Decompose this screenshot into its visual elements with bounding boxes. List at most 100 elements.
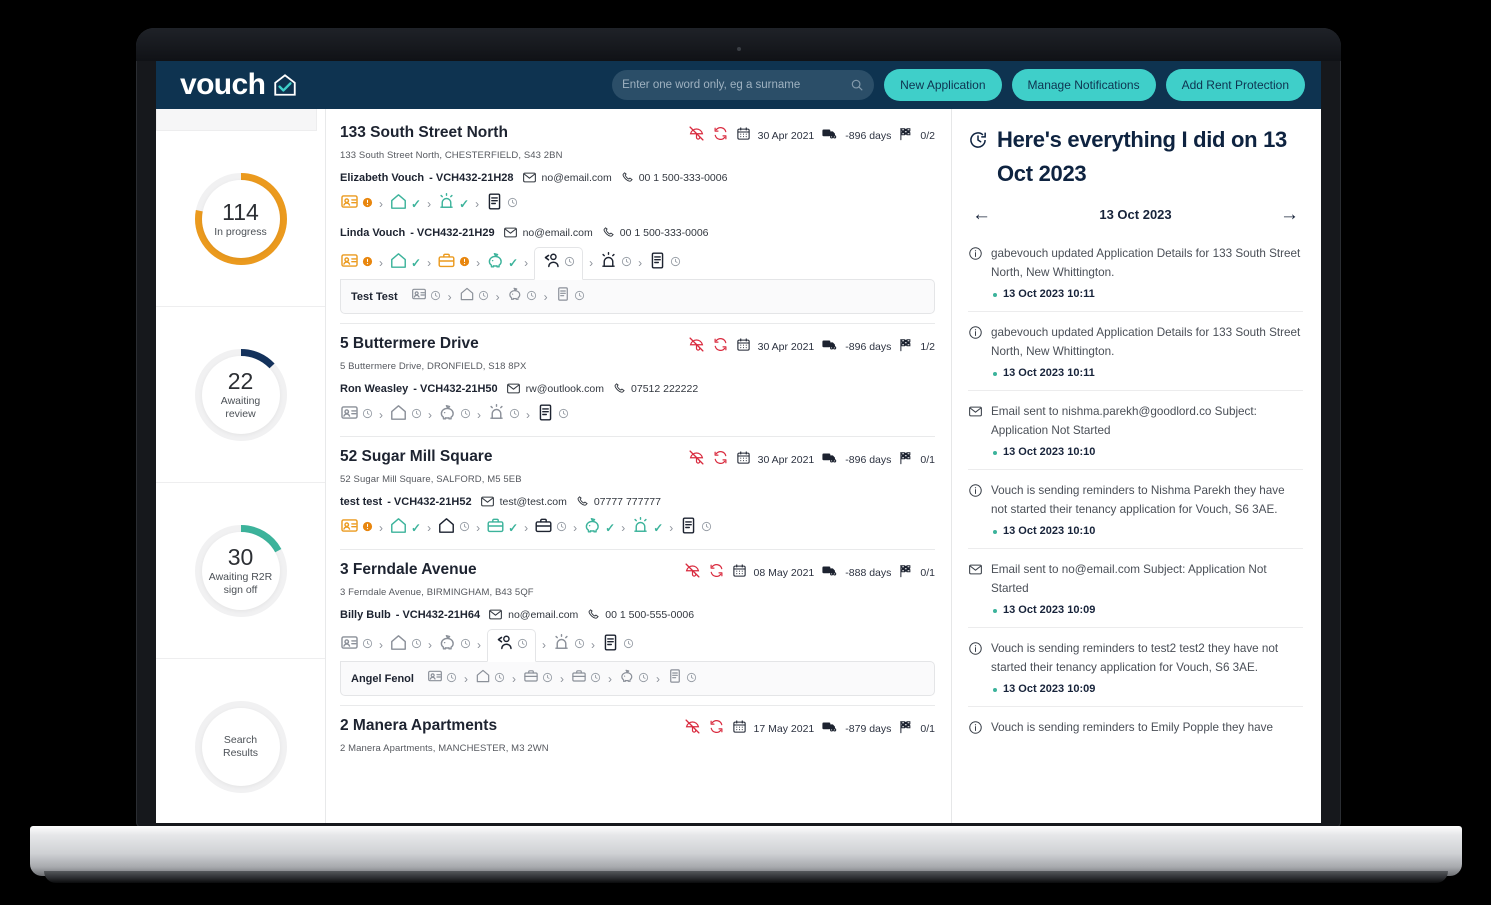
step-chevron-icon: › bbox=[477, 408, 481, 422]
step-document[interactable] bbox=[601, 633, 634, 657]
step-house[interactable] bbox=[475, 668, 505, 689]
step-people[interactable] bbox=[487, 629, 536, 662]
tenant-email[interactable]: no@email.com bbox=[508, 609, 578, 621]
property-title[interactable]: 5 Buttermere Drive bbox=[340, 334, 479, 354]
step-alert-icon bbox=[362, 519, 373, 537]
step-house[interactable] bbox=[389, 403, 422, 427]
tenant-name[interactable]: test test bbox=[340, 496, 382, 508]
step-document[interactable] bbox=[536, 403, 569, 427]
activity-item: Email sent to nishma.parekh@goodlord.co … bbox=[968, 390, 1303, 469]
step-id-card[interactable] bbox=[340, 633, 373, 657]
stat-card-awaiting-review[interactable]: 22 Awaiting review bbox=[156, 307, 325, 483]
step-siren[interactable] bbox=[487, 403, 520, 427]
search-box[interactable] bbox=[612, 70, 875, 100]
step-id-card[interactable] bbox=[340, 251, 373, 275]
tenant-email[interactable]: no@email.com bbox=[523, 227, 593, 239]
step-house[interactable] bbox=[459, 286, 489, 307]
no-rent-protection-icon[interactable] bbox=[684, 562, 701, 584]
document-icon bbox=[667, 668, 683, 689]
activity-panel: Here's everything I did on 13 Oct 2023 ←… bbox=[951, 109, 1321, 823]
step-pending-icon bbox=[507, 195, 518, 213]
step-piggy-bank[interactable] bbox=[438, 633, 471, 657]
step-document[interactable] bbox=[679, 516, 712, 540]
tenant-email[interactable]: rw@outlook.com bbox=[526, 383, 604, 395]
step-id-card[interactable] bbox=[411, 286, 441, 307]
step-house[interactable] bbox=[437, 516, 470, 540]
stat-card-awaiting-r2r-sign-off[interactable]: 30 Awaiting R2R sign off bbox=[156, 483, 325, 659]
step-house[interactable]: ✓ bbox=[389, 516, 421, 540]
tenant-email[interactable]: test@test.com bbox=[500, 496, 567, 508]
tenant-name[interactable]: Linda Vouch bbox=[340, 227, 405, 239]
step-id-card[interactable] bbox=[427, 668, 457, 689]
new-application-button[interactable]: New Application bbox=[884, 69, 1002, 101]
no-rent-protection-icon[interactable] bbox=[688, 449, 705, 471]
add-rent-protection-button[interactable]: Add Rent Protection bbox=[1165, 69, 1305, 101]
step-complete-icon: ✓ bbox=[508, 521, 519, 535]
property-title[interactable]: 133 South Street North bbox=[340, 123, 508, 143]
step-document[interactable] bbox=[667, 668, 697, 689]
activity-item: Vouch is sending reminders to Emily Popp… bbox=[968, 706, 1303, 751]
renewal-icon[interactable] bbox=[708, 718, 725, 740]
step-id-card[interactable] bbox=[340, 403, 373, 427]
renewal-icon[interactable] bbox=[712, 449, 729, 471]
step-document[interactable] bbox=[555, 286, 585, 307]
step-siren[interactable]: ✓ bbox=[437, 192, 469, 216]
arrow-right-icon[interactable]: → bbox=[1280, 205, 1299, 224]
donut-center: 114 In progress bbox=[201, 179, 280, 258]
step-briefcase[interactable] bbox=[571, 668, 601, 689]
step-siren[interactable] bbox=[599, 251, 632, 275]
step-piggy-bank[interactable] bbox=[438, 403, 471, 427]
vouch-logo[interactable]: vouch bbox=[172, 70, 298, 100]
no-rent-protection-icon[interactable] bbox=[684, 718, 701, 740]
step-piggy-bank[interactable] bbox=[507, 286, 537, 307]
renewal-icon[interactable] bbox=[712, 125, 729, 147]
property-card[interactable]: 133 South Street North 30 Apr 2021 -896 … bbox=[340, 123, 935, 324]
step-briefcase[interactable] bbox=[523, 668, 553, 689]
house-icon bbox=[389, 251, 408, 275]
step-piggy-bank[interactable]: ✓ bbox=[583, 516, 615, 540]
property-card[interactable]: 52 Sugar Mill Square 30 Apr 2021 -896 da… bbox=[340, 447, 935, 550]
step-people[interactable] bbox=[534, 247, 584, 280]
step-chevron-icon: › bbox=[379, 197, 383, 211]
document-icon bbox=[485, 192, 504, 216]
stat-card-search-results[interactable]: Search Results bbox=[156, 659, 325, 823]
search-input[interactable] bbox=[622, 79, 851, 91]
manage-notifications-button[interactable]: Manage Notifications bbox=[1011, 69, 1156, 101]
tenant-name[interactable]: Billy Bulb bbox=[340, 609, 391, 621]
guarantor-name[interactable]: Test Test bbox=[351, 291, 398, 303]
property-title[interactable]: 3 Ferndale Avenue bbox=[340, 560, 477, 580]
search-icon[interactable] bbox=[850, 78, 864, 92]
property-title[interactable]: 2 Manera Apartments bbox=[340, 716, 497, 736]
renewal-icon[interactable] bbox=[708, 562, 725, 584]
renewal-icon[interactable] bbox=[712, 336, 729, 358]
step-house[interactable]: ✓ bbox=[389, 192, 421, 216]
no-rent-protection-icon[interactable] bbox=[688, 125, 705, 147]
tenant-name[interactable]: Elizabeth Vouch bbox=[340, 172, 424, 184]
property-title[interactable]: 52 Sugar Mill Square bbox=[340, 447, 492, 467]
property-card[interactable]: 2 Manera Apartments 17 May 2021 -879 day… bbox=[340, 716, 935, 763]
step-document[interactable] bbox=[648, 251, 681, 275]
step-siren[interactable]: ✓ bbox=[631, 516, 663, 540]
no-rent-protection-icon[interactable] bbox=[688, 336, 705, 358]
step-document[interactable] bbox=[485, 192, 518, 216]
step-piggy-bank[interactable]: ✓ bbox=[486, 251, 518, 275]
step-briefcase[interactable]: ✓ bbox=[486, 516, 518, 540]
step-chevron-icon: › bbox=[427, 521, 432, 535]
stat-card-in-progress[interactable]: 114 In progress bbox=[156, 131, 325, 307]
briefcase-icon bbox=[534, 516, 553, 540]
guarantor-name[interactable]: Angel Fenol bbox=[351, 673, 414, 685]
tenant-email[interactable]: no@email.com bbox=[542, 172, 612, 184]
step-id-card[interactable] bbox=[340, 192, 373, 216]
step-siren[interactable] bbox=[552, 633, 585, 657]
step-piggy-bank[interactable] bbox=[619, 668, 649, 689]
property-card[interactable]: 5 Buttermere Drive 30 Apr 2021 -896 days… bbox=[340, 334, 935, 437]
arrow-left-icon[interactable]: ← bbox=[972, 205, 991, 224]
step-house[interactable] bbox=[389, 633, 422, 657]
step-house[interactable]: ✓ bbox=[389, 251, 421, 275]
step-id-card[interactable] bbox=[340, 516, 373, 540]
step-briefcase[interactable] bbox=[437, 251, 470, 275]
property-header: 2 Manera Apartments 17 May 2021 -879 day… bbox=[340, 716, 935, 740]
step-briefcase[interactable] bbox=[534, 516, 567, 540]
property-card[interactable]: 3 Ferndale Avenue 08 May 2021 -888 days … bbox=[340, 560, 935, 706]
tenant-name[interactable]: Ron Weasley bbox=[340, 383, 408, 395]
